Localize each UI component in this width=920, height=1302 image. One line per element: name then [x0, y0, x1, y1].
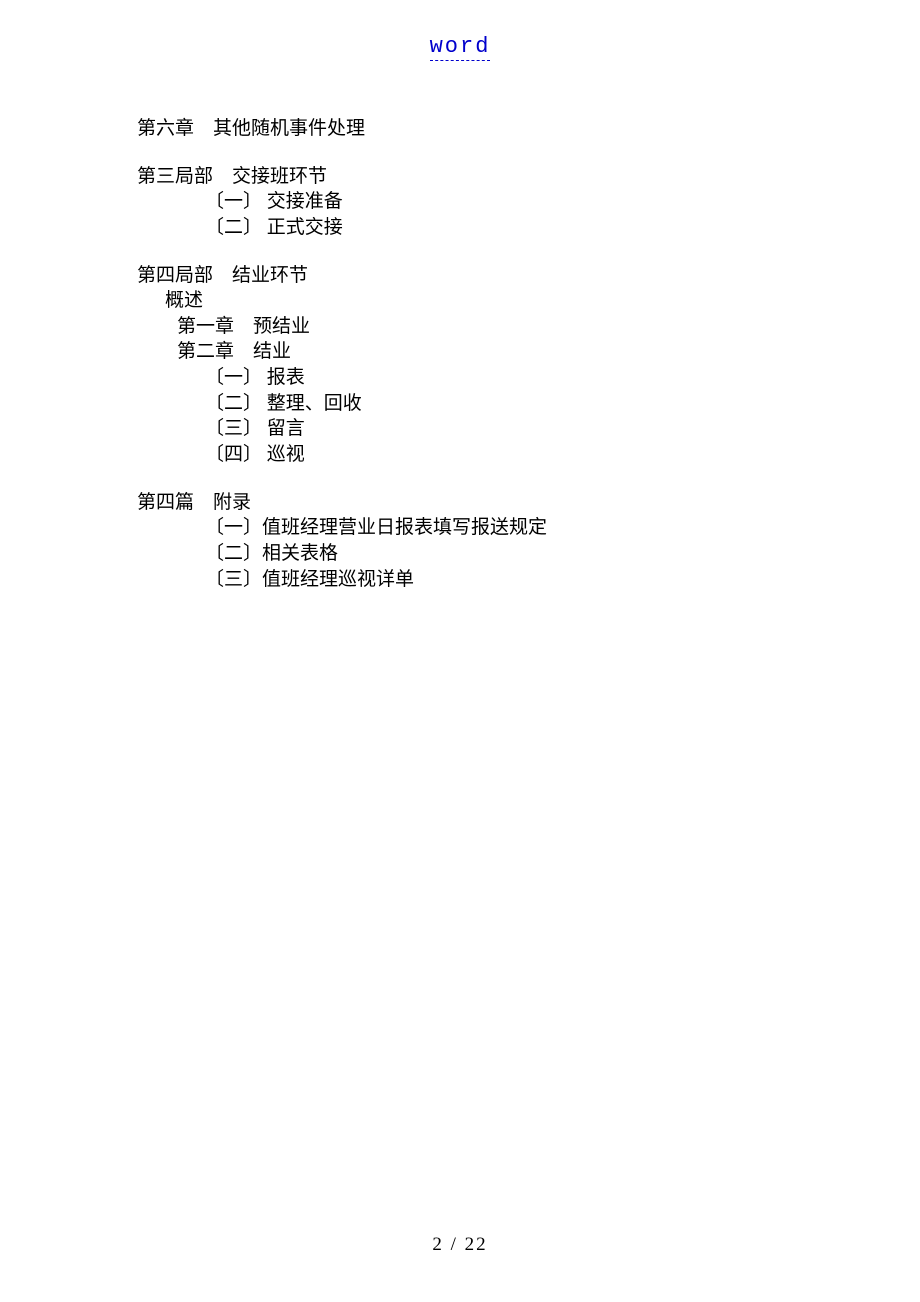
toc-part3-item: 〔一〕 交接准备: [205, 189, 797, 215]
toc-part4b-item: 〔一〕值班经理营业日报表填写报送规定: [205, 515, 797, 541]
word-link[interactable]: word: [430, 34, 491, 61]
toc-part4a-ch1: 第一章 预结业: [177, 314, 797, 340]
spacer: [137, 468, 797, 490]
page-number: 2 / 22: [432, 1234, 487, 1255]
page-footer: 2 / 22: [0, 1234, 920, 1256]
toc-part3-item: 〔二〕 正式交接: [205, 215, 797, 241]
toc-part4a-ch2-item: 〔一〕 报表: [205, 365, 797, 391]
toc-part4a-ch2-item: 〔三〕 留言: [205, 416, 797, 442]
toc-part4a-title: 第四局部 结业环节: [137, 263, 797, 289]
toc-part4a-ch2-item: 〔四〕 巡视: [205, 442, 797, 468]
toc-part4b-title: 第四篇 附录: [137, 490, 797, 516]
toc-chapter6: 第六章 其他随机事件处理: [137, 116, 797, 142]
toc-part3-title: 第三局部 交接班环节: [137, 164, 797, 190]
toc-part4a-ch2: 第二章 结业: [177, 339, 797, 365]
spacer: [137, 142, 797, 164]
toc-part4b-item: 〔三〕值班经理巡视详单: [205, 567, 797, 593]
toc-part4b-item: 〔二〕相关表格: [205, 541, 797, 567]
toc-part4a-ch2-item: 〔二〕 整理、回收: [205, 391, 797, 417]
toc-content: 第六章 其他随机事件处理 第三局部 交接班环节 〔一〕 交接准备 〔二〕 正式交…: [137, 116, 797, 592]
page-header: word: [0, 34, 920, 59]
toc-part4a-overview: 概述: [165, 288, 797, 314]
spacer: [137, 241, 797, 263]
